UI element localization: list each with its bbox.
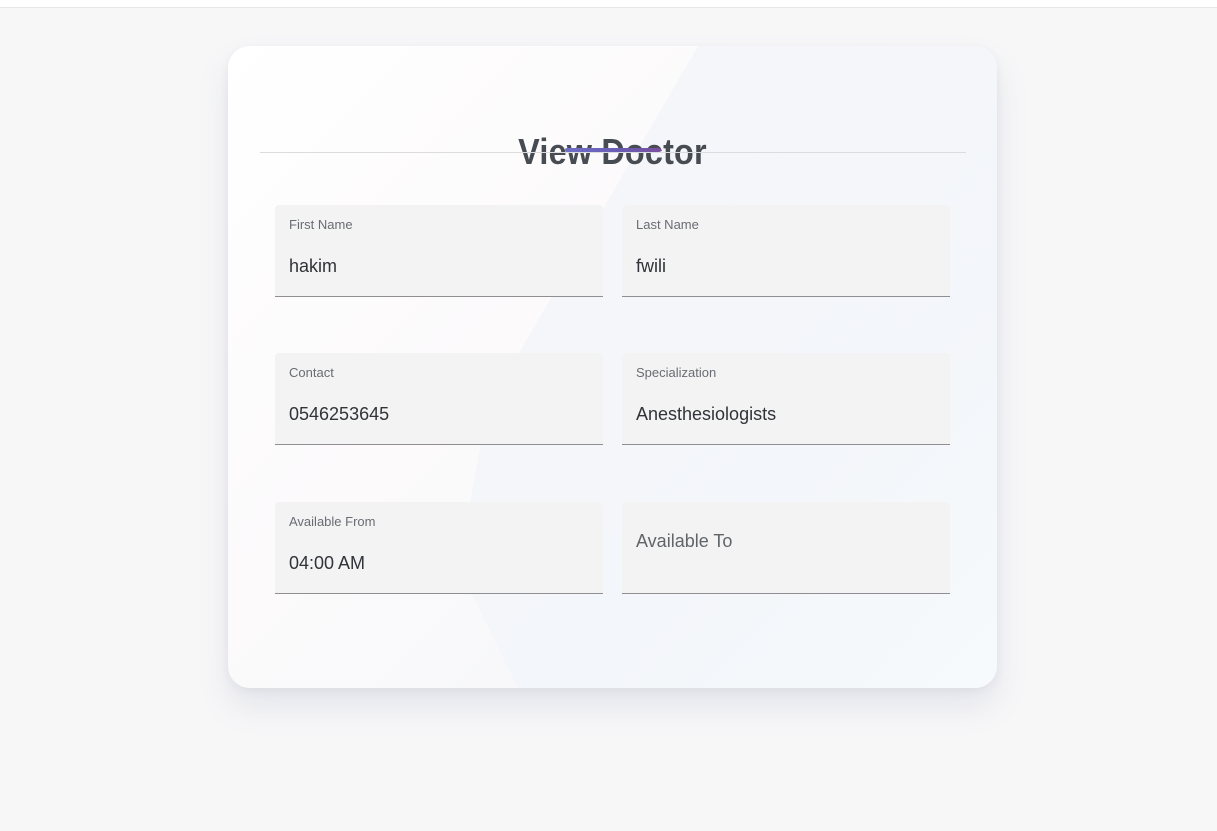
available-to-label: Available To <box>636 531 733 551</box>
specialization-field[interactable]: Specialization Anesthesiologists <box>622 353 950 445</box>
last-name-label: Last Name <box>636 217 699 232</box>
available-from-label: Available From <box>289 514 376 529</box>
specialization-label: Specialization <box>636 365 717 380</box>
first-name-value: hakim <box>289 256 338 276</box>
available-to-field[interactable]: Available To <box>622 502 950 594</box>
title-divider <box>260 152 966 153</box>
available-from-value: 04:00 AM <box>289 553 366 573</box>
first-name-label: First Name <box>289 217 353 232</box>
last-name-value: fwili <box>636 256 666 276</box>
title-accent-underline <box>565 148 661 152</box>
contact-field[interactable]: Contact 0546253645 <box>275 353 603 445</box>
contact-label: Contact <box>289 365 334 380</box>
specialization-value: Anesthesiologists <box>636 404 777 424</box>
available-from-field[interactable]: Available From 04:00 AM <box>275 502 603 594</box>
first-name-field[interactable]: First Name hakim <box>275 205 603 297</box>
contact-value: 0546253645 <box>289 404 390 424</box>
top-border <box>0 0 1217 8</box>
view-doctor-card: View Doctor First Name hakim Last Name f… <box>228 46 997 688</box>
last-name-field[interactable]: Last Name fwili <box>622 205 950 297</box>
